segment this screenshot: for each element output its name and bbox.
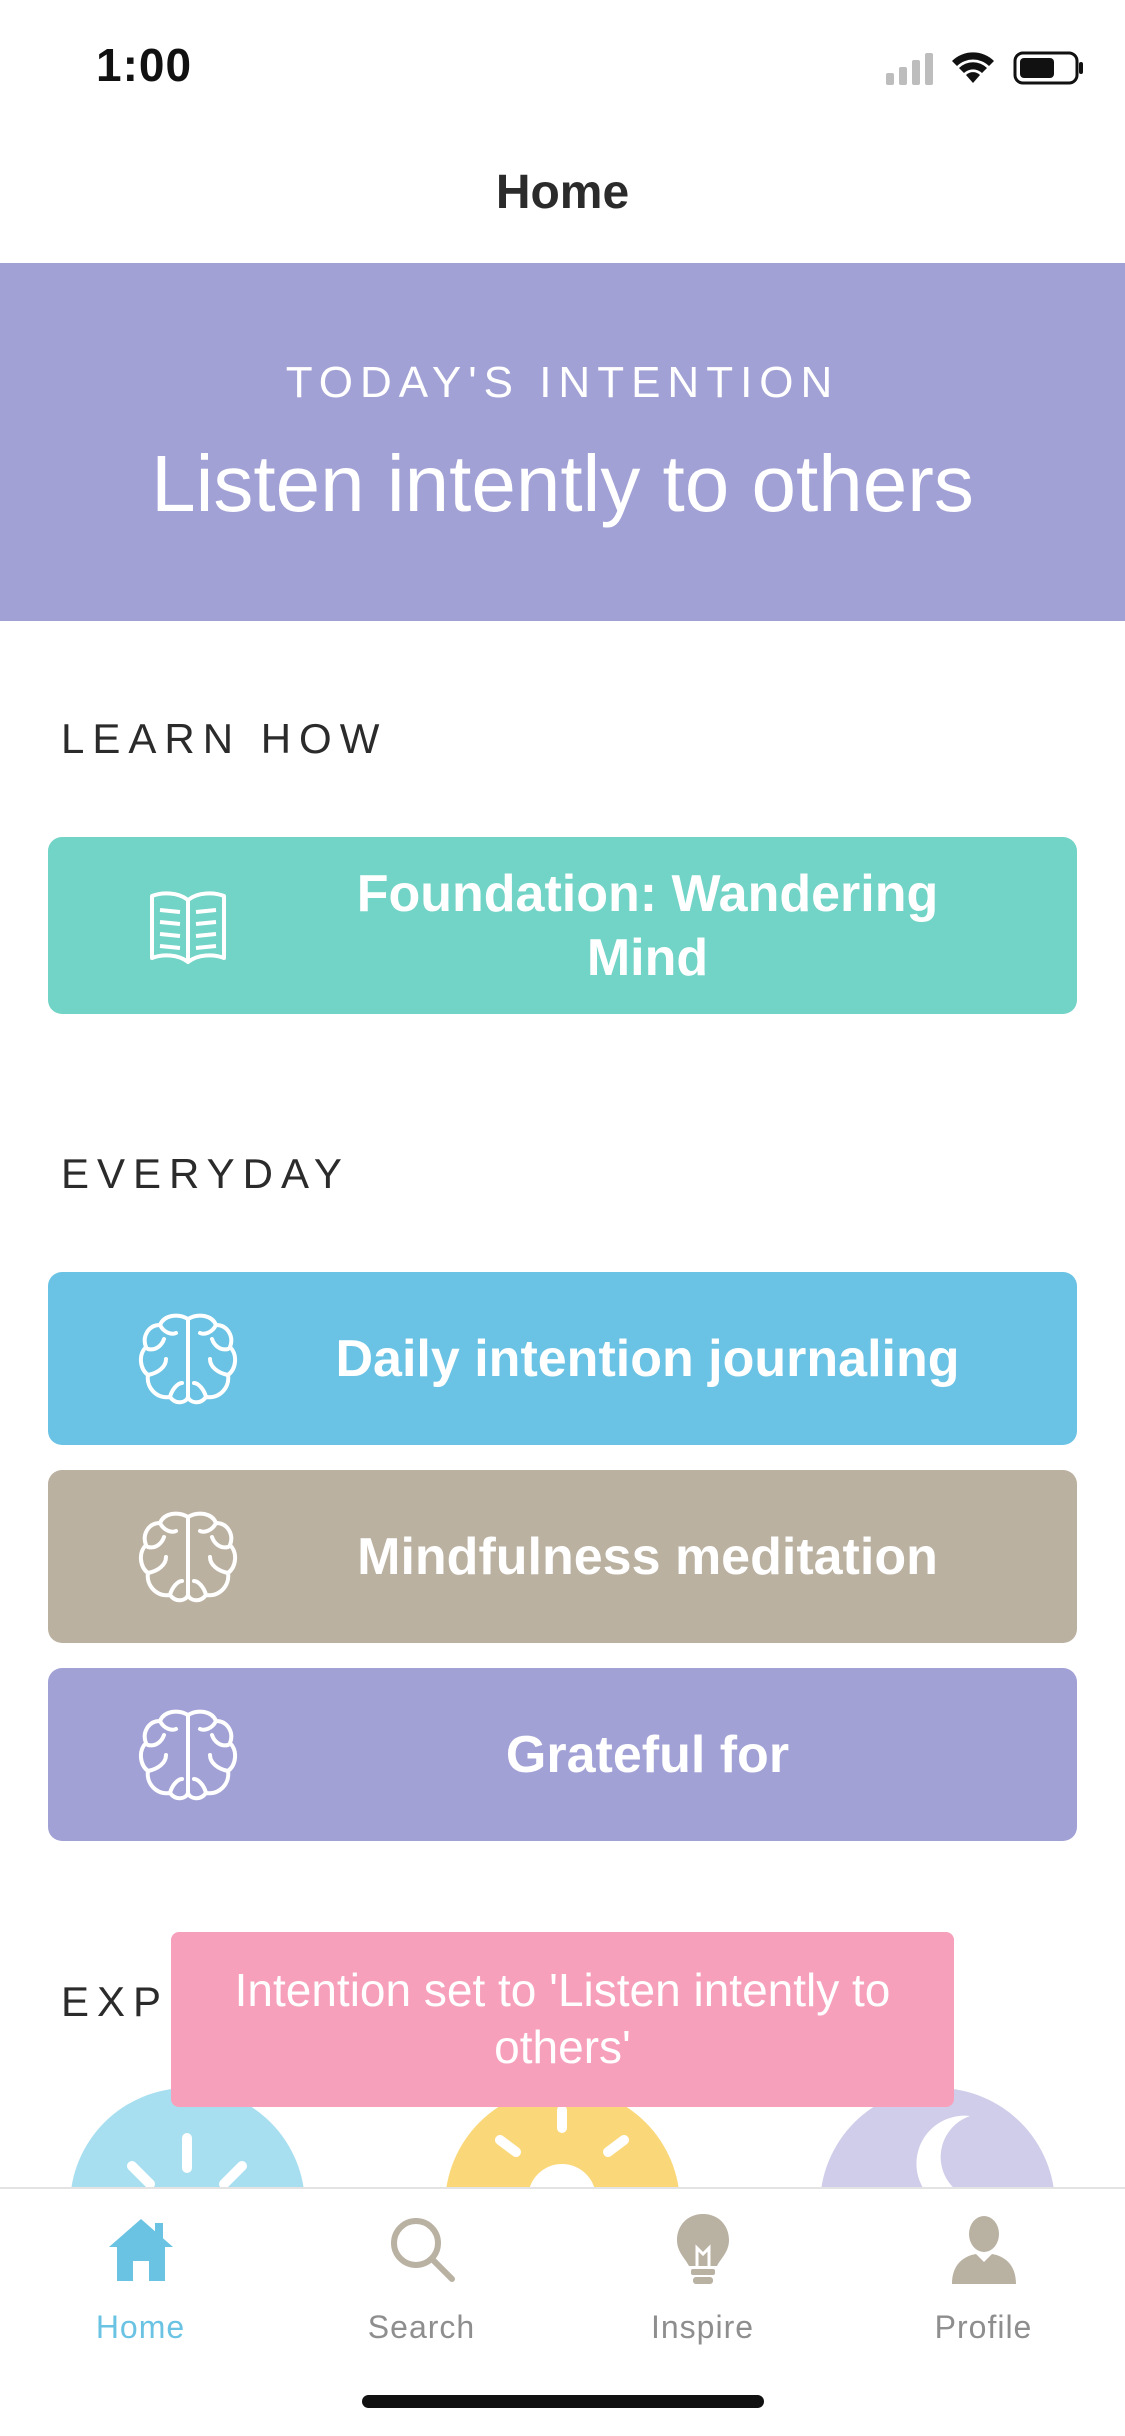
section-header-learn-how: LEARN HOW [61, 715, 388, 762]
status-bar: 1:00 [0, 0, 1125, 132]
card-mindfulness-meditation[interactable]: Mindfulness meditation [48, 1470, 1077, 1643]
brain-icon [133, 1502, 243, 1612]
card-label: Foundation: Wandering Mind [356, 864, 939, 987]
card-label: Mindfulness meditation [357, 1527, 938, 1586]
card-grateful-for[interactable]: Grateful for [48, 1668, 1077, 1841]
card-daily-intention-journaling[interactable]: Daily intention journaling [48, 1272, 1077, 1445]
tab-label: Search [367, 2309, 476, 2345]
card-foundation-wandering-mind[interactable]: Foundation: Wandering Mind [48, 837, 1077, 1014]
cellular-signal-icon [886, 51, 933, 85]
tab-label: Inspire [650, 2309, 755, 2345]
status-time: 1:00 [96, 39, 193, 91]
battery-icon [1013, 51, 1085, 85]
tab-label: Profile [934, 2309, 1033, 2345]
tab-search[interactable]: Search [281, 2209, 562, 2346]
tab-home[interactable]: Home [0, 2209, 281, 2346]
card-label: Daily intention journaling [335, 1329, 960, 1388]
card-label: Grateful for [505, 1725, 790, 1784]
lightbulb-icon [562, 2209, 843, 2289]
brain-icon [133, 1700, 243, 1810]
tab-inspire[interactable]: Inspire [562, 2209, 843, 2346]
wifi-icon [951, 51, 995, 85]
tab-label: Home [95, 2309, 186, 2345]
book-icon [133, 871, 243, 981]
home-icon [0, 2209, 281, 2289]
page-title: Home [495, 166, 630, 219]
section-header-everyday: EVERYDAY [61, 1150, 350, 1197]
status-icons [886, 48, 1085, 88]
intention-text: Listen intently to others [151, 439, 974, 528]
todays-intention-banner[interactable]: TODAY'S INTENTION Listen intently to oth… [0, 263, 1125, 621]
toast-intention-set: Intention set to 'Listen intently to oth… [171, 1932, 954, 2107]
brain-icon [133, 1304, 243, 1414]
home-screen: 1:00 Home TODAY'S INTENTION Listen inten… [0, 0, 1125, 2436]
profile-icon [843, 2209, 1124, 2289]
home-indicator[interactable] [362, 2395, 764, 2408]
tab-profile[interactable]: Profile [843, 2209, 1124, 2346]
intention-eyebrow: TODAY'S INTENTION [285, 358, 840, 407]
search-icon [281, 2209, 562, 2289]
